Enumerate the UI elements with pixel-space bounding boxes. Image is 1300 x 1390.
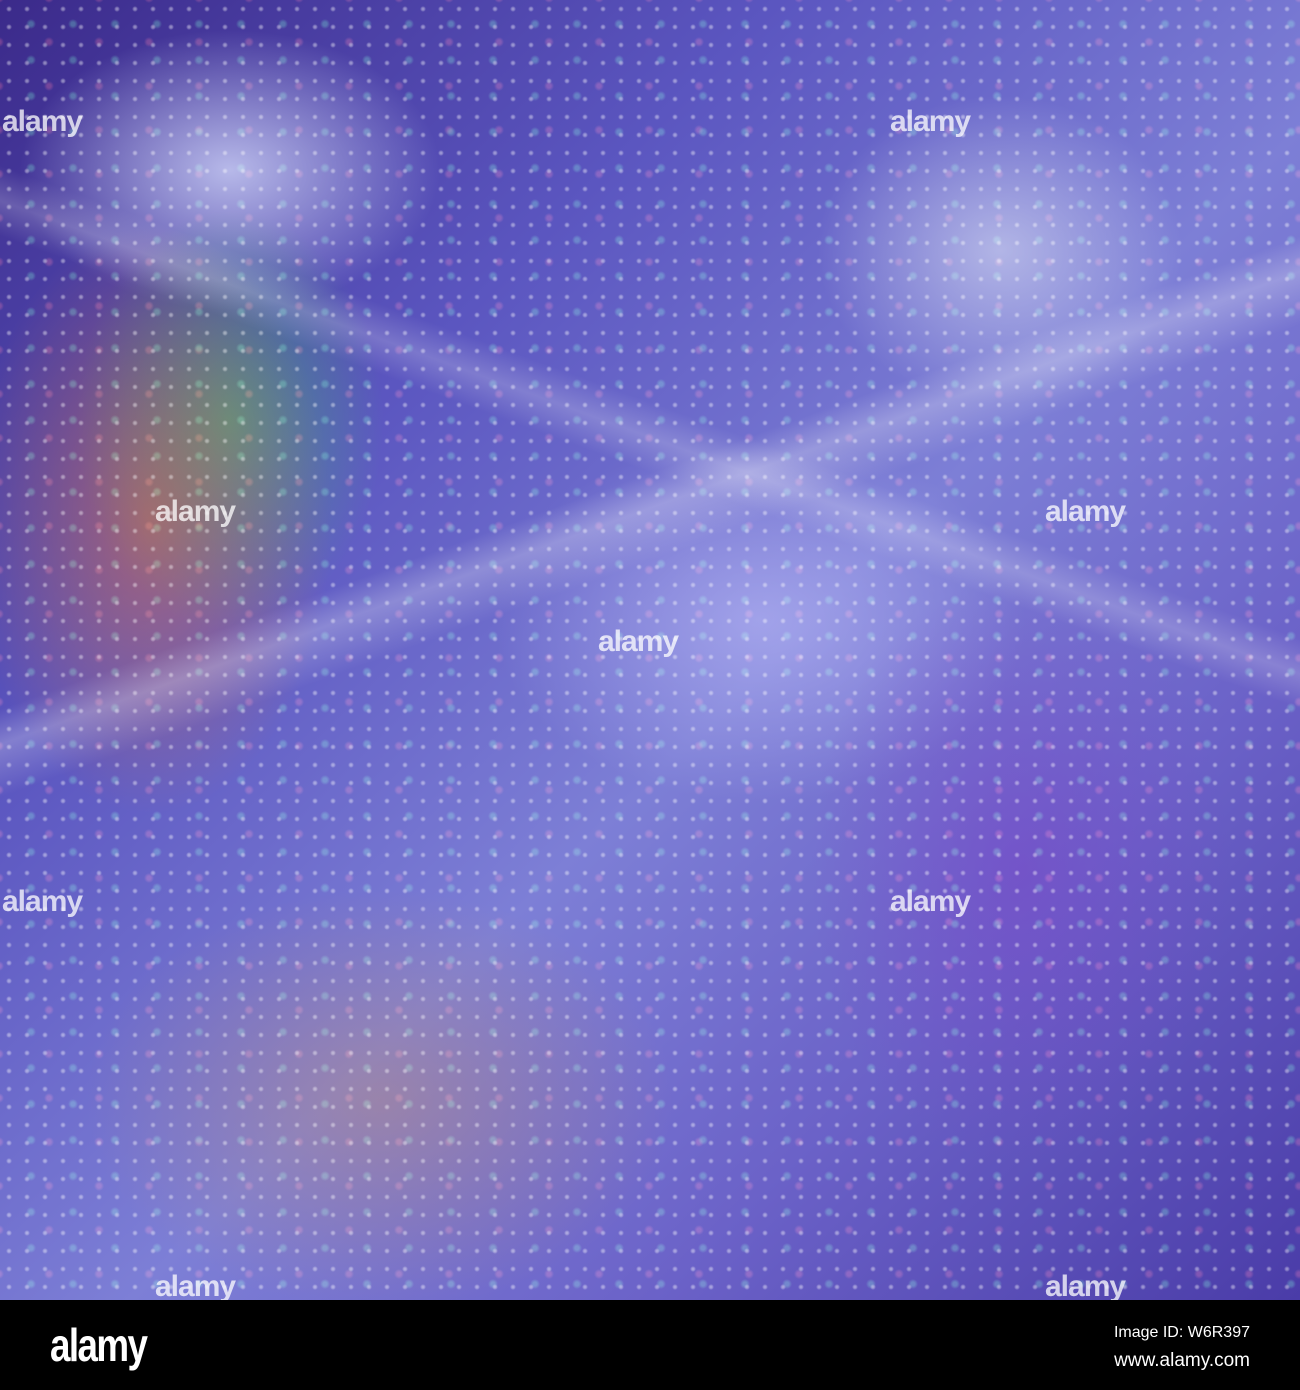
- holographic-foil-photo: alamy alamy alamy alamy alamy alamy alam…: [0, 0, 1300, 1300]
- watermark: alamy: [1045, 1270, 1126, 1300]
- watermark: alamy: [890, 885, 971, 918]
- site-url: www.alamy.com: [1114, 1350, 1250, 1371]
- watermark: alamy: [155, 1270, 236, 1300]
- image-id: Image ID: W6R397: [1113, 1324, 1250, 1341]
- watermark: alamy: [890, 105, 971, 138]
- watermark: alamy: [155, 495, 236, 528]
- watermark: alamy: [2, 885, 83, 918]
- footer-bar: alamy Image ID: W6R397 www.alamy.com: [0, 1300, 1300, 1390]
- watermark: alamy: [1045, 495, 1126, 528]
- watermark: alamy: [2, 105, 83, 138]
- watermark: alamy: [598, 625, 679, 658]
- alamy-logo: alamy: [50, 1319, 148, 1371]
